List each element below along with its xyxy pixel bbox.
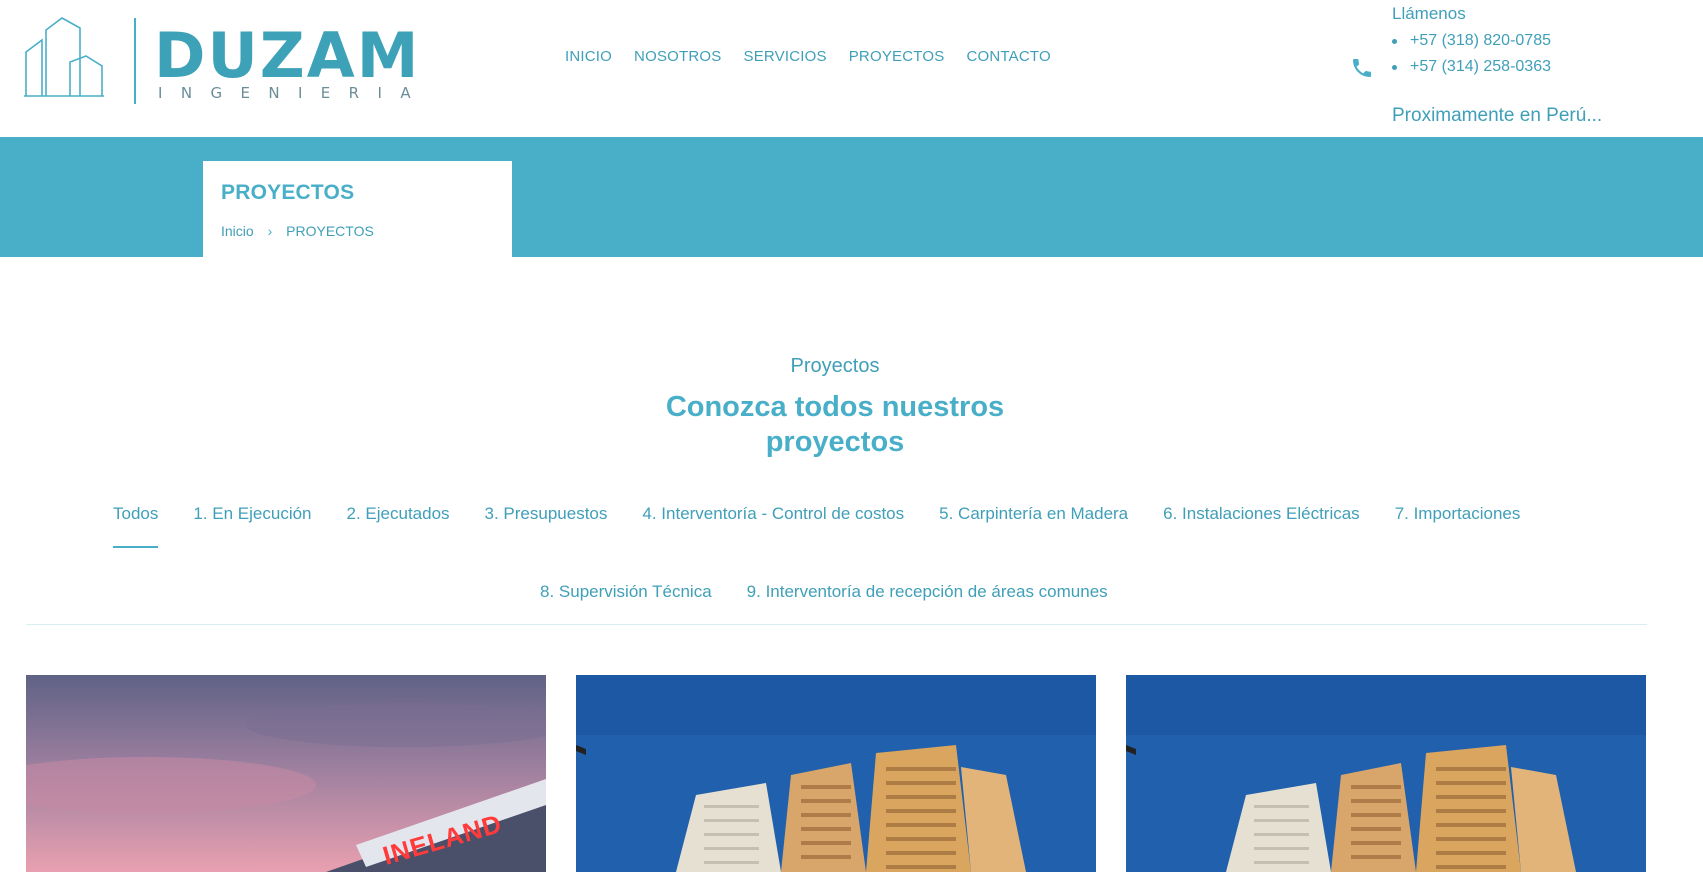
call-label: Llámenos — [1392, 4, 1466, 23]
apartment-towers-photo — [576, 675, 1096, 872]
nav-item-contacto[interactable]: CONTACTO — [966, 48, 1050, 65]
filter-tabs: Todos 1. En Ejecución 2. Ejecutados 3. P… — [113, 504, 1555, 548]
filter-tab-supervision-tecnica[interactable]: 8. Supervisión Técnica — [540, 582, 712, 602]
logo-divider — [134, 18, 136, 104]
section-title: Conozca todos nuestros proyectos — [0, 390, 1670, 460]
filter-tab-carpinteria-madera[interactable]: 5. Carpintería en Madera — [939, 504, 1128, 524]
announcement-text: Proximamente en Perú... — [1392, 105, 1603, 126]
apartment-towers-photo — [1126, 675, 1646, 872]
filter-tab-interventoria-areas-comunes[interactable]: 9. Interventoría de recepción de áreas c… — [747, 582, 1108, 602]
title-card: PROYECTOS Inicio › PROYECTOS — [203, 161, 512, 257]
filter-tabs-row2: 8. Supervisión Técnica 9. Interventoría … — [540, 582, 1143, 602]
section-title-line: Conozca todos nuestros — [665, 391, 1005, 423]
brand-name: DUZAM — [154, 19, 421, 92]
projects-heading: Proyectos Conozca todos nuestros proyect… — [0, 355, 1670, 460]
filter-tab-todos[interactable]: Todos — [113, 504, 159, 548]
phone-number[interactable]: +57 (318) 820-0785 — [1392, 28, 1551, 54]
cinema-building-photo: INELAND — [26, 675, 546, 872]
breadcrumb-separator: › — [267, 223, 273, 239]
breadcrumb-home-link[interactable]: Inicio — [221, 223, 254, 239]
nav-item-nosotros[interactable]: NOSOTROS — [634, 48, 721, 65]
buildings-logo-icon — [24, 17, 104, 97]
nav-item-servicios[interactable]: SERVICIOS — [744, 48, 827, 65]
main-nav: INICIO NOSOTROS SERVICIOS PROYECTOS CONT… — [565, 48, 1073, 65]
contact-block: Llámenos +57 (318) 820-0785 +57 (314) 25… — [1350, 0, 1680, 137]
filter-tab-interventoria-control-costos[interactable]: 4. Interventoría - Control de costos — [642, 504, 904, 524]
brand-logo[interactable]: DUZAM INGENIERIA — [24, 16, 418, 106]
breadcrumb-current: PROYECTOS — [286, 223, 374, 239]
section-title-line: proyectos — [765, 426, 905, 458]
filter-tab-ejecutados[interactable]: 2. Ejecutados — [347, 504, 450, 524]
page-title: PROYECTOS — [221, 181, 355, 204]
phone-icon — [1353, 59, 1371, 77]
breadcrumb: Inicio › PROYECTOS — [221, 223, 494, 239]
project-card[interactable] — [1126, 675, 1646, 872]
filter-tab-presupuestos[interactable]: 3. Presupuestos — [485, 504, 608, 524]
brand-tagline: INGENIERIA — [158, 84, 429, 102]
site-header: DUZAM INGENIERIA INICIO NOSOTROS SERVICI… — [0, 0, 1703, 137]
page-banner: PROYECTOS Inicio › PROYECTOS — [0, 137, 1703, 257]
filter-tab-importaciones[interactable]: 7. Importaciones — [1395, 504, 1521, 524]
filter-tab-en-ejecucion[interactable]: 1. En Ejecución — [193, 504, 311, 524]
project-card[interactable]: INELAND — [26, 675, 546, 872]
filter-tab-instalaciones-electricas[interactable]: 6. Instalaciones Eléctricas — [1163, 504, 1360, 524]
project-card[interactable] — [576, 675, 1096, 872]
nav-item-proyectos[interactable]: PROYECTOS — [849, 48, 945, 65]
phone-number[interactable]: +57 (314) 258-0363 — [1392, 54, 1551, 80]
filters-divider — [26, 624, 1647, 625]
phone-list: +57 (318) 820-0785 +57 (314) 258-0363 — [1392, 28, 1551, 80]
section-kicker: Proyectos — [790, 355, 880, 377]
nav-item-inicio[interactable]: INICIO — [565, 48, 612, 65]
